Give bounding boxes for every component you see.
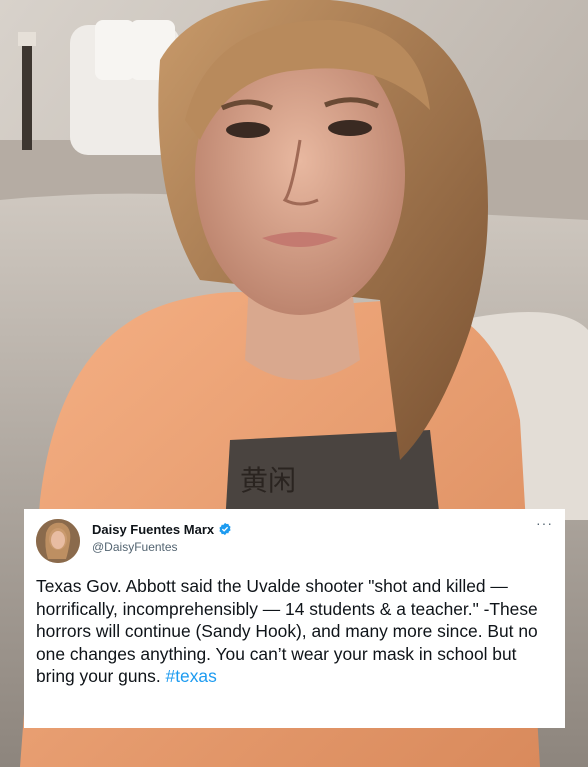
display-name[interactable]: Daisy Fuentes Marx [92, 522, 232, 537]
hashtag-link[interactable]: #texas [166, 666, 217, 686]
avatar[interactable] [36, 519, 80, 563]
verified-badge-icon [218, 522, 232, 536]
tweet-text: Texas Gov. Abbott said the Uvalde shoote… [36, 575, 556, 688]
tweet-body: Texas Gov. Abbott said the Uvalde shoote… [36, 576, 538, 686]
more-options-button[interactable]: ··· [536, 515, 553, 531]
user-handle[interactable]: @DaisyFuentes [92, 540, 178, 554]
shirt-print-text: 黄闲 [240, 464, 296, 497]
tweet-card: Daisy Fuentes Marx @DaisyFuentes ··· Tex… [24, 509, 565, 728]
display-name-text[interactable]: Daisy Fuentes Marx [92, 522, 214, 537]
